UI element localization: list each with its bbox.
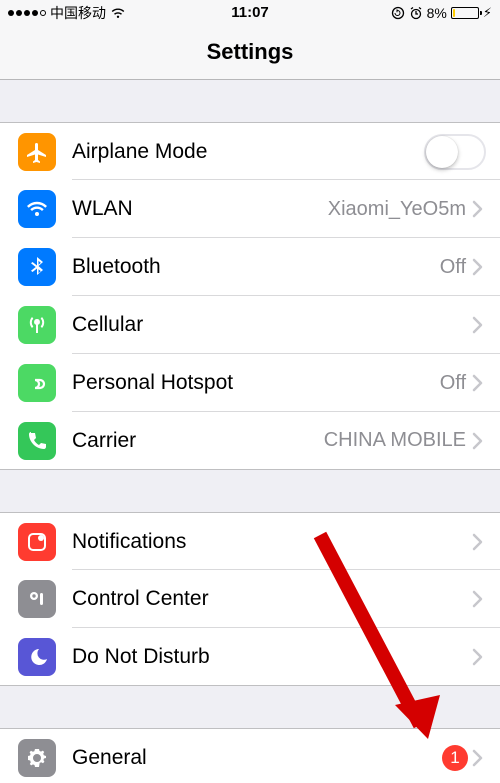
row-notifications[interactable]: Notifications — [0, 512, 500, 570]
row-label: General — [56, 746, 442, 770]
bluetooth-icon — [18, 248, 56, 286]
row-detail: Off — [440, 372, 472, 395]
wifi-icon — [110, 7, 126, 19]
signal-dots-icon — [8, 10, 46, 16]
chevron-right-icon — [472, 432, 500, 450]
chevron-right-icon — [472, 749, 500, 767]
row-personal-hotspot[interactable]: Personal Hotspot Off — [0, 354, 500, 412]
row-control-center[interactable]: Control Center — [0, 570, 500, 628]
row-label: Bluetooth — [56, 255, 440, 279]
row-do-not-disturb[interactable]: Do Not Disturb — [0, 628, 500, 686]
carrier-label: 中国移动 — [50, 3, 106, 23]
battery-percent: 8% — [427, 5, 447, 21]
row-detail: Xiaomi_YeO5m — [328, 198, 472, 221]
chevron-right-icon — [472, 533, 500, 551]
page-title: Settings — [207, 39, 294, 65]
notifications-icon — [18, 523, 56, 561]
row-detail: Off — [440, 256, 472, 279]
row-label: Cellular — [56, 313, 472, 337]
hotspot-icon — [18, 364, 56, 402]
row-label: Carrier — [56, 429, 324, 453]
row-airplane-mode[interactable]: Airplane Mode — [0, 122, 500, 180]
chevron-right-icon — [472, 258, 500, 276]
phone-icon — [18, 422, 56, 460]
moon-icon — [18, 638, 56, 676]
wifi-icon — [18, 190, 56, 228]
orientation-lock-icon — [391, 6, 405, 20]
settings-screen: { "status": { "carrier": "中国移动", "time":… — [0, 0, 500, 783]
battery-icon — [451, 7, 479, 19]
chevron-right-icon — [472, 374, 500, 392]
nav-bar: Settings — [0, 25, 500, 80]
row-label: Personal Hotspot — [56, 371, 440, 395]
row-label: Airplane Mode — [56, 140, 424, 164]
notification-badge: 1 — [442, 745, 468, 771]
group-spacer — [0, 470, 500, 512]
row-detail: CHINA MOBILE — [324, 429, 472, 452]
row-general[interactable]: General 1 — [0, 728, 500, 783]
airplane-icon — [18, 133, 56, 171]
row-bluetooth[interactable]: Bluetooth Off — [0, 238, 500, 296]
group-spacer — [0, 80, 500, 122]
group-spacer — [0, 686, 500, 728]
chevron-right-icon — [472, 200, 500, 218]
chevron-right-icon — [472, 648, 500, 666]
control-center-icon — [18, 580, 56, 618]
gear-icon — [18, 739, 56, 777]
row-label: Notifications — [56, 530, 472, 554]
row-cellular[interactable]: Cellular — [0, 296, 500, 354]
cellular-icon — [18, 306, 56, 344]
chevron-right-icon — [472, 590, 500, 608]
row-carrier[interactable]: Carrier CHINA MOBILE — [0, 412, 500, 470]
chevron-right-icon — [472, 316, 500, 334]
row-wlan[interactable]: WLAN Xiaomi_YeO5m — [0, 180, 500, 238]
airplane-switch[interactable] — [424, 134, 486, 170]
alarm-icon — [409, 6, 423, 20]
row-label: Do Not Disturb — [56, 645, 472, 669]
charging-icon: ⚡︎ — [483, 5, 492, 21]
row-label: WLAN — [56, 197, 328, 221]
row-label: Control Center — [56, 587, 472, 611]
status-bar: 中国移动 11:07 8% ⚡︎ — [0, 0, 500, 25]
